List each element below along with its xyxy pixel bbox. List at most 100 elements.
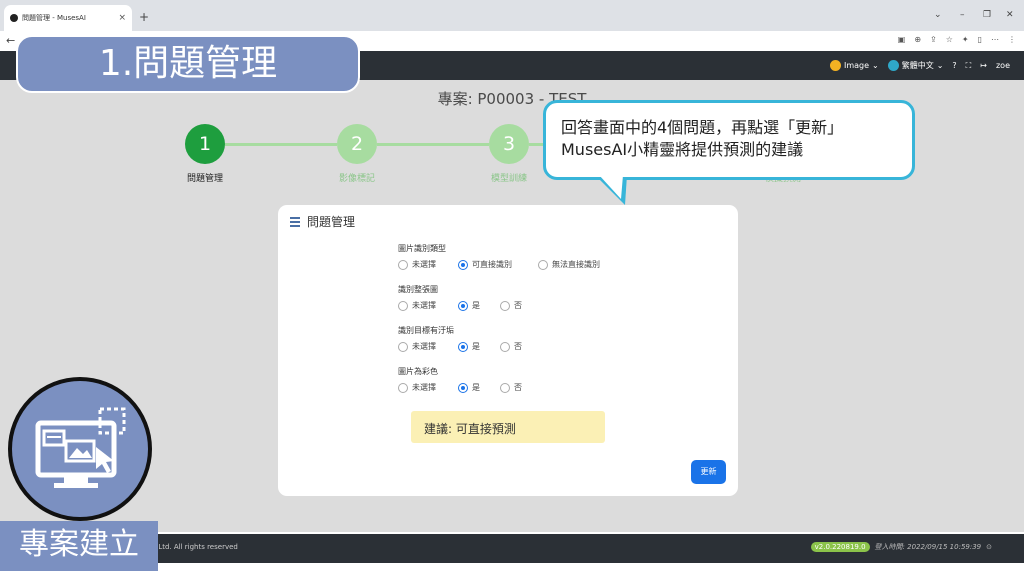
radio-option[interactable]: 是 — [458, 382, 500, 393]
browser-tab[interactable]: 問題管理 - MusesAI × — [4, 5, 132, 31]
radio-option[interactable]: 否 — [500, 341, 540, 352]
step-circle: 1 — [185, 124, 225, 164]
zoom-icon[interactable]: ⊕ — [914, 35, 921, 44]
bookmark-star-icon[interactable]: ☆ — [946, 35, 953, 44]
radio-label: 可直接識別 — [472, 260, 512, 269]
step-circle: 2 — [337, 124, 377, 164]
step-3[interactable]: 3 模型訓練 — [469, 124, 549, 184]
question-group: 識別目標有汙垢 未選擇 是 否 — [398, 325, 540, 352]
minimize-icon[interactable]: – — [960, 10, 965, 20]
browser-menu-icon[interactable]: ⋮ — [1008, 35, 1016, 44]
image-menu[interactable]: Image ⌄ — [829, 60, 879, 71]
copyright-text: s., Ltd. All rights reserved — [148, 543, 238, 551]
question-group: 識別整張圖未選擇 是 否 — [398, 284, 540, 311]
radio-group: 未選擇 是 否 — [398, 341, 540, 352]
login-time: 登入時間: 2022/09/15 10:59:39 — [874, 543, 982, 551]
radio-option[interactable]: 是 — [458, 341, 500, 352]
step-2[interactable]: 2 影像標記 — [317, 124, 397, 184]
close-window-icon[interactable]: ✕ — [1006, 10, 1014, 20]
image-menu-label: Image — [843, 61, 870, 70]
tutorial-bubble: 回答畫面中的4個問題，再點選「更新」 MusesAI小精靈將提供預測的建議 — [543, 100, 915, 180]
radio-label: 未選擇 — [412, 301, 436, 310]
radio-option[interactable]: 可直接識別 — [458, 259, 538, 270]
bubble-tail-inner — [599, 175, 623, 199]
radio-button[interactable] — [500, 382, 510, 393]
radio-option[interactable]: 未選擇 — [398, 341, 458, 352]
radio-button[interactable] — [458, 259, 468, 270]
tutorial-banner: 1.問題管理 — [16, 35, 360, 93]
globe-icon — [887, 60, 899, 71]
back-arrow-icon[interactable]: ← — [6, 34, 15, 47]
radio-option[interactable]: 是 — [458, 300, 500, 311]
radio-label: 未選擇 — [412, 383, 436, 392]
extensions-icon[interactable]: ✦ — [962, 35, 969, 44]
help-icon[interactable]: ? — [952, 61, 956, 70]
radio-button[interactable] — [398, 300, 408, 311]
clock-icon: ⊙ — [986, 543, 992, 551]
radio-button[interactable] — [458, 382, 468, 393]
radio-option[interactable]: 未選擇 — [398, 300, 458, 311]
new-tab-button[interactable]: + — [139, 11, 149, 23]
radio-option[interactable]: 否 — [500, 382, 540, 393]
step-label: 問題管理 — [186, 174, 223, 184]
radio-button[interactable] — [500, 300, 510, 311]
radio-button[interactable] — [398, 259, 408, 270]
chevron-down-icon: ⌄ — [936, 61, 944, 70]
question-label: 識別整張圖 — [398, 285, 438, 294]
radio-button[interactable] — [458, 341, 468, 352]
step-circle: 3 — [489, 124, 529, 164]
question-label: 圖片識別類型 — [398, 244, 446, 253]
browser-tab-bar: 問題管理 - MusesAI × + ⌄ – ❐ ✕ — [0, 0, 1024, 31]
radio-option[interactable]: 無法直接識別 — [538, 259, 618, 270]
radio-option[interactable]: 未選擇 — [398, 382, 458, 393]
radio-label: 是 — [472, 342, 480, 351]
update-button[interactable]: 更新 — [691, 460, 726, 484]
profile-icon[interactable]: ⋯ — [991, 35, 999, 44]
radio-label: 未選擇 — [412, 260, 436, 269]
user-name[interactable]: zoe — [996, 61, 1010, 70]
chevron-down-icon: ⌄ — [872, 61, 879, 70]
step-label: 影像標記 — [338, 174, 375, 184]
bubble-line-2: MusesAI小精靈將提供預測的建議 — [561, 140, 804, 159]
radio-option[interactable]: 未選擇 — [398, 259, 458, 270]
tab-list-icon[interactable]: ⌄ — [934, 10, 942, 20]
list-icon — [290, 216, 300, 227]
bubble-line-1: 回答畫面中的4個問題，再點選「更新」 — [561, 118, 844, 137]
logout-icon[interactable]: ↦ — [980, 61, 987, 70]
radio-button[interactable] — [398, 341, 408, 352]
step-1[interactable]: 1 問題管理 — [165, 124, 245, 184]
radio-label: 是 — [472, 301, 480, 310]
share-icon[interactable]: ⇪ — [930, 35, 937, 44]
step-label: 模型訓練 — [490, 174, 527, 184]
radio-label: 是 — [472, 383, 480, 392]
question-group: 圖片識別類型 未選擇 可直接識別 無法直接識別 — [398, 243, 618, 270]
radio-label: 否 — [514, 383, 522, 392]
tab-close-icon[interactable]: × — [118, 13, 126, 23]
card-title-text: 問題管理 — [307, 215, 356, 229]
language-label: 繁體中文 — [901, 61, 934, 70]
restore-icon[interactable]: ❐ — [983, 10, 991, 20]
image-menu-icon — [829, 60, 841, 71]
radio-button[interactable] — [500, 341, 510, 352]
radio-button[interactable] — [458, 300, 468, 311]
card-title: 問題管理 — [290, 213, 355, 230]
radio-group: 未選擇 是 否 — [398, 300, 540, 311]
radio-label: 未選擇 — [412, 342, 436, 351]
top-bar-menu: Image ⌄ 繁體中文 ⌄ ? ⛶ ↦ zoe — [829, 51, 1010, 80]
language-menu[interactable]: 繁體中文 ⌄ — [887, 60, 944, 71]
question-label: 圖片為彩色 — [398, 367, 438, 376]
radio-button[interactable] — [398, 382, 408, 393]
radio-button[interactable] — [538, 259, 548, 270]
radio-label: 無法直接識別 — [552, 260, 600, 269]
section-label: 專案建立 — [0, 521, 158, 571]
radio-option[interactable]: 否 — [500, 300, 540, 311]
question-card: 問題管理 圖片識別類型 未選擇 可直接識別 無法直接識別 識別整張圖 未選擇是否識別目標有… — [278, 205, 738, 496]
favicon-icon — [10, 14, 18, 22]
translate-icon[interactable]: ▣ — [898, 35, 906, 44]
fullscreen-icon[interactable]: ⛶ — [966, 61, 972, 71]
version-badge: v2.0.220819.0 — [810, 542, 870, 552]
sidepanel-icon[interactable]: ▯ — [978, 35, 982, 44]
monitor-image-icon — [35, 407, 126, 488]
question-label: 識別目標有汙垢 — [398, 326, 454, 335]
tab-title: 問題管理 - MusesAI — [22, 14, 86, 22]
